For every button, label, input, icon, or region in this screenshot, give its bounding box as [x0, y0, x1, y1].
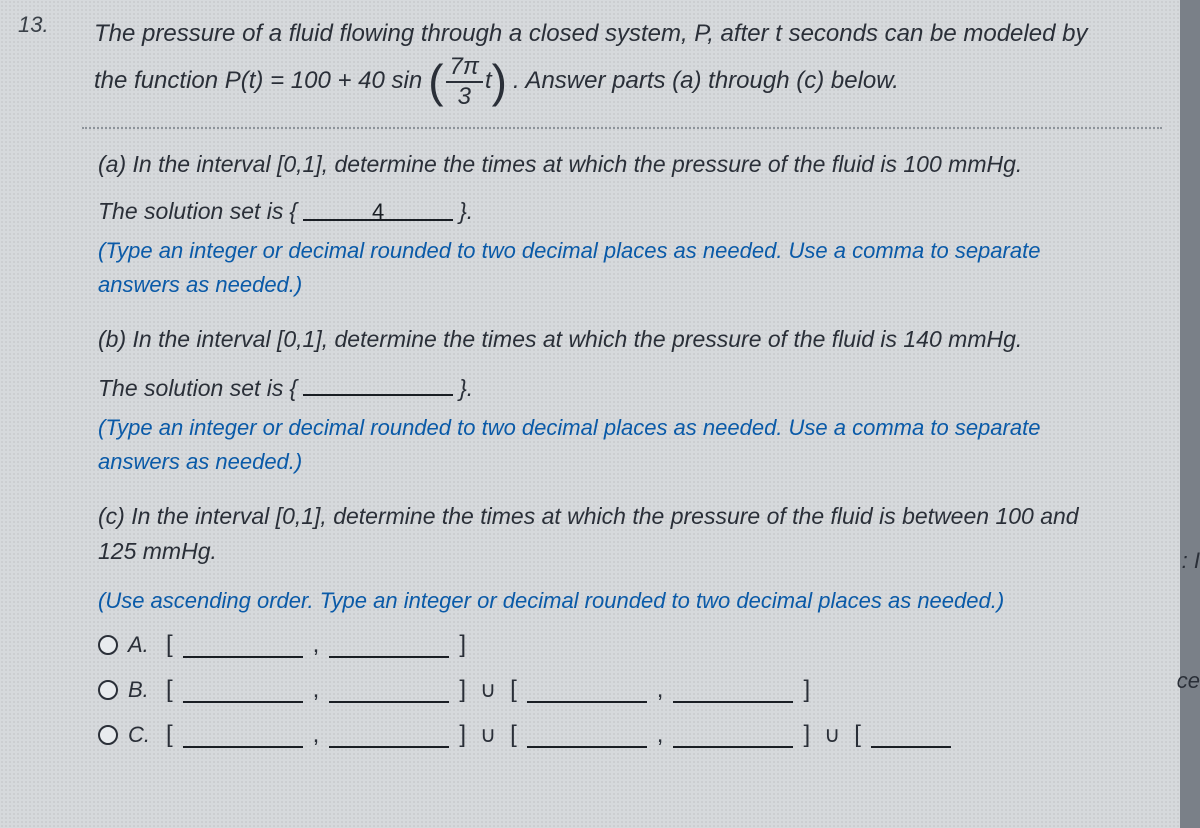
part-b-hint: (Type an integer or decimal rounded to t…: [98, 411, 1122, 479]
lbracket-icon: [: [854, 716, 861, 753]
rbracket-icon: ]: [803, 716, 810, 753]
part-a-hint: (Type an integer or decimal rounded to t…: [98, 234, 1122, 302]
option-c-field-5[interactable]: [871, 722, 951, 748]
option-b-field-4[interactable]: [673, 677, 793, 703]
cropped-edge-text-2: ce: [1177, 668, 1200, 694]
multiple-choice-block: A. [ , ] B. [ , ] ∪ [ , ]: [98, 626, 1122, 754]
option-b-field-3[interactable]: [527, 677, 647, 703]
option-c-field-4[interactable]: [673, 722, 793, 748]
radio-c[interactable]: [98, 725, 118, 745]
close-paren-icon: ): [492, 63, 507, 100]
lbracket-icon: [: [510, 716, 517, 753]
union-icon: ∪: [476, 718, 500, 752]
radio-a[interactable]: [98, 635, 118, 655]
option-a-row: A. [ , ]: [98, 626, 1122, 663]
part-a-prompt: (a) In the interval [0,1], determine the…: [98, 147, 1122, 183]
rbracket-icon: ]: [803, 671, 810, 708]
stem-func-prefix: the function P(t) = 100 + 40 sin: [94, 61, 422, 102]
fraction: 7π 3: [446, 55, 483, 109]
part-a: (a) In the interval [0,1], determine the…: [98, 147, 1122, 302]
fraction-denominator: 3: [458, 83, 471, 109]
stem-line-1: The pressure of a fluid flowing through …: [94, 14, 1162, 55]
question-number: 13.: [18, 12, 49, 38]
part-c-hint: (Use ascending order. Type an integer or…: [98, 584, 1122, 618]
part-b-solution-line: The solution set is { }.: [98, 370, 1122, 407]
union-icon: ∪: [476, 673, 500, 707]
comma-icon: ,: [313, 671, 320, 708]
lbracket-icon: [: [166, 626, 173, 663]
comma-icon: ,: [657, 716, 664, 753]
option-c-field-3[interactable]: [527, 722, 647, 748]
option-a-label: A.: [128, 628, 156, 662]
part-b-answer-field[interactable]: [303, 370, 453, 396]
part-a-answer-field[interactable]: 4: [303, 195, 453, 221]
solution-prefix: The solution set is: [98, 371, 283, 407]
stem-line-2: the function P(t) = 100 + 40 sin ( 7π 3 …: [94, 55, 1162, 109]
option-b-field-2[interactable]: [329, 677, 449, 703]
lbracket-icon: [: [166, 716, 173, 753]
cropped-edge-text-1: : I: [1182, 548, 1200, 574]
option-c-field-2[interactable]: [329, 722, 449, 748]
comma-icon: ,: [313, 716, 320, 753]
option-a-field-2[interactable]: [329, 632, 449, 658]
rbracket-icon: ]: [459, 626, 466, 663]
option-c-label: C.: [128, 718, 156, 752]
comma-icon: ,: [313, 626, 320, 663]
rbracket-icon: ]: [459, 671, 466, 708]
part-b-prompt: (b) In the interval [0,1], determine the…: [98, 322, 1122, 358]
option-a-field-1[interactable]: [183, 632, 303, 658]
open-paren-icon: (: [428, 63, 443, 100]
part-c: (c) In the interval [0,1], determine the…: [98, 499, 1122, 754]
union-icon: ∪: [820, 718, 844, 752]
option-b-field-1[interactable]: [183, 677, 303, 703]
brace-open: {: [289, 194, 297, 230]
divider: [82, 127, 1162, 129]
option-b-row: B. [ , ] ∪ [ , ]: [98, 671, 1122, 708]
fraction-numerator: 7π: [446, 55, 483, 83]
part-b: (b) In the interval [0,1], determine the…: [98, 322, 1122, 478]
brace-close: }.: [459, 371, 473, 407]
sin-argument: ( 7π 3 t ): [428, 55, 507, 109]
solution-prefix: The solution set is: [98, 194, 283, 230]
part-c-prompt: (c) In the interval [0,1], determine the…: [98, 499, 1122, 570]
part-a-solution-line: The solution set is { 4 }.: [98, 194, 1122, 230]
fraction-variable: t: [485, 61, 492, 102]
lbracket-icon: [: [510, 671, 517, 708]
option-c-field-1[interactable]: [183, 722, 303, 748]
question-page: 13. The pressure of a fluid flowing thro…: [0, 0, 1180, 828]
stem-suffix: . Answer parts (a) through (c) below.: [513, 61, 899, 102]
radio-b[interactable]: [98, 680, 118, 700]
lbracket-icon: [: [166, 671, 173, 708]
rbracket-icon: ]: [459, 716, 466, 753]
option-c-row: C. [ , ] ∪ [ , ] ∪ [: [98, 716, 1122, 753]
brace-close: }.: [459, 194, 473, 230]
comma-icon: ,: [657, 671, 664, 708]
option-b-label: B.: [128, 673, 156, 707]
question-stem: The pressure of a fluid flowing through …: [94, 14, 1162, 109]
brace-open: {: [289, 371, 297, 407]
